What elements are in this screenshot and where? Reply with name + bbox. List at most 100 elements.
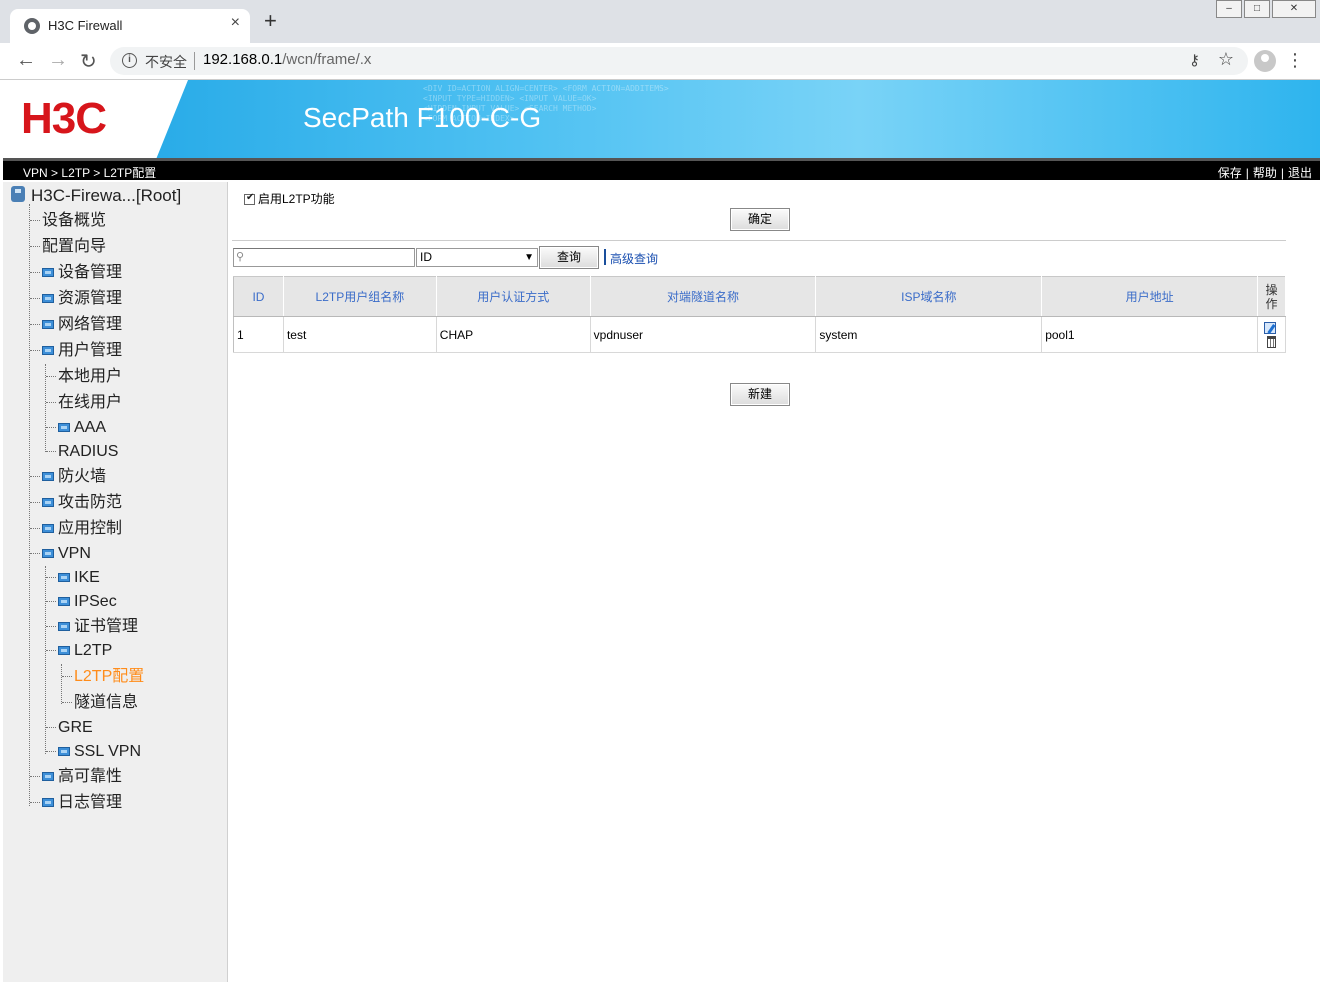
enable-l2tp-checkbox[interactable] [244,192,255,206]
window-close-button[interactable]: ✕ [1272,0,1316,18]
tree-item-vpn[interactable]: VPN [30,543,91,565]
tree-item-app-control[interactable]: 应用控制 [30,518,122,540]
maximize-button[interactable]: □ [1244,0,1270,18]
advanced-query-link[interactable]: 高级查询 [610,250,658,267]
minimize-button[interactable]: – [1216,0,1242,18]
delete-icon[interactable] [1266,335,1276,348]
folder-icon [42,346,54,356]
breadcrumb-l2tp-config: L2TP配置 [103,166,157,180]
l2tp-group-table: ID L2TP用户组名称 用户认证方式 对端隧道名称 ISP域名称 用户地址 操… [233,276,1287,353]
top-links: 保存 | 帮助 | 退出 [1218,164,1312,181]
tree-item-user-mgmt[interactable]: 用户管理 [30,340,122,362]
cell-operations [1257,316,1287,353]
tree-item-resource-mgmt[interactable]: 资源管理 [30,288,122,310]
tree-item-high-availability[interactable]: 高可靠性 [30,766,122,788]
tree-item-wizard[interactable]: 配置向导 [30,236,106,258]
browser-tab[interactable]: H3C Firewall × [10,9,250,43]
bookmark-star-icon[interactable]: ☆ [1218,49,1234,70]
help-link[interactable]: 帮助 [1253,166,1277,180]
confirm-button[interactable]: 确定 [730,208,790,231]
tree-item-local-user[interactable]: 本地用户 [46,366,122,388]
search-input[interactable]: ⚲ [233,248,415,267]
forward-button[interactable]: → [48,49,68,72]
link-separator: | [1245,166,1249,180]
back-button[interactable]: ← [16,49,36,72]
url-path: /wcn/frame/.x [282,51,372,68]
tree-item-log-mgmt[interactable]: 日志管理 [30,792,122,814]
new-button[interactable]: 新建 [730,383,790,406]
tree-item-online-user[interactable]: 在线用户 [46,392,122,414]
tree-item-tunnel-info[interactable]: 隧道信息 [62,692,138,714]
folder-icon [58,622,70,632]
column-header-address[interactable]: 用户地址 [1041,276,1258,317]
profile-avatar[interactable] [1254,50,1276,72]
column-header-id[interactable]: ID [233,276,284,317]
edit-icon[interactable] [1264,321,1278,334]
breadcrumb-vpn: VPN [23,166,48,180]
column-header-tunnel[interactable]: 对端隧道名称 [590,276,817,317]
breadcrumb-separator: > [93,166,101,180]
tree-item-network-mgmt[interactable]: 网络管理 [30,314,122,336]
folder-icon [58,423,70,433]
logo-area: H3C [3,80,188,158]
tree-item-radius[interactable]: RADIUS [46,441,118,463]
tree-item-device-mgmt[interactable]: 设备管理 [30,262,122,284]
search-field-value: ID [420,250,432,264]
info-icon[interactable]: i [122,53,137,68]
tree-item-attack-defense[interactable]: 攻击防范 [30,492,122,514]
cell-id: 1 [233,316,284,353]
column-header-isp[interactable]: ISP域名称 [815,276,1043,317]
close-tab-icon[interactable]: × [231,14,240,32]
search-field-select[interactable]: ID ▼ [416,248,538,267]
tree-root-label: H3C-Firewa...[Root] [31,186,182,205]
cell-address: pool1 [1041,316,1258,353]
link-divider [604,249,606,265]
tree-item-firewall[interactable]: 防火墙 [30,466,106,488]
column-header-auth[interactable]: 用户认证方式 [436,276,591,317]
breadcrumb: VPN > L2TP > L2TP配置 [23,164,156,181]
folder-icon [58,646,70,656]
enable-l2tp-label: 启用L2TP功能 [258,192,335,206]
link-separator: | [1280,166,1284,180]
browser-tab-bar: H3C Firewall × + – □ ✕ [0,0,1320,43]
reload-button[interactable]: ↻ [80,49,97,74]
query-button[interactable]: 查询 [539,246,599,269]
window-controls: – □ ✕ [1216,0,1316,18]
tree-item-l2tp-config[interactable]: L2TP配置 [62,666,144,688]
folder-icon [42,549,54,559]
folder-icon [42,472,54,482]
product-name: SecPath F100-C-G [303,102,542,133]
url-host: 192.168.0.1 [203,51,283,68]
folder-icon [42,268,54,278]
tab-title: H3C Firewall [48,18,123,33]
address-divider [194,52,195,70]
nav-strip: VPN > L2TP > L2TP配置 保存 | 帮助 | 退出 [3,158,1320,180]
save-link[interactable]: 保存 [1218,166,1242,180]
tree-item-aaa[interactable]: AAA [46,417,106,439]
breadcrumb-separator: > [51,166,59,180]
column-header-group[interactable]: L2TP用户组名称 [283,276,437,317]
tree-item-ike[interactable]: IKE [46,567,100,589]
search-icon: ⚲ [236,251,245,263]
tree-item-certificate[interactable]: 证书管理 [46,616,138,638]
tree-item-gre[interactable]: GRE [46,717,93,739]
new-tab-button[interactable]: + [264,10,277,32]
browser-menu-icon[interactable]: ⋮ [1286,50,1304,70]
main-content: 启用L2TP功能 确定 ⚲ ID ▼ 查询 高级查询 ID L2TP用户组名称 … [232,182,1320,982]
device-icon [11,186,25,202]
tree-item-ssl-vpn[interactable]: SSL VPN [46,741,141,763]
folder-icon [42,772,54,782]
key-icon[interactable]: ⚷ [1189,51,1200,69]
tree-item-ipsec[interactable]: IPSec [46,591,117,613]
browser-toolbar: ← → ↻ i 不安全 192.168.0.1/wcn/frame/.x ⚷ ☆… [0,43,1320,80]
tree-item-l2tp[interactable]: L2TP [46,640,112,662]
folder-icon [42,294,54,304]
tree-item-overview[interactable]: 设备概览 [30,210,106,232]
logout-link[interactable]: 退出 [1288,166,1312,180]
dropdown-arrow-icon: ▼ [524,252,534,263]
url-text[interactable]: 192.168.0.1/wcn/frame/.x [203,51,371,68]
cell-auth: CHAP [436,316,591,353]
address-bar[interactable]: i 不安全 192.168.0.1/wcn/frame/.x ⚷ ☆ [110,47,1248,75]
folder-icon [58,573,70,583]
folder-icon [42,798,54,808]
